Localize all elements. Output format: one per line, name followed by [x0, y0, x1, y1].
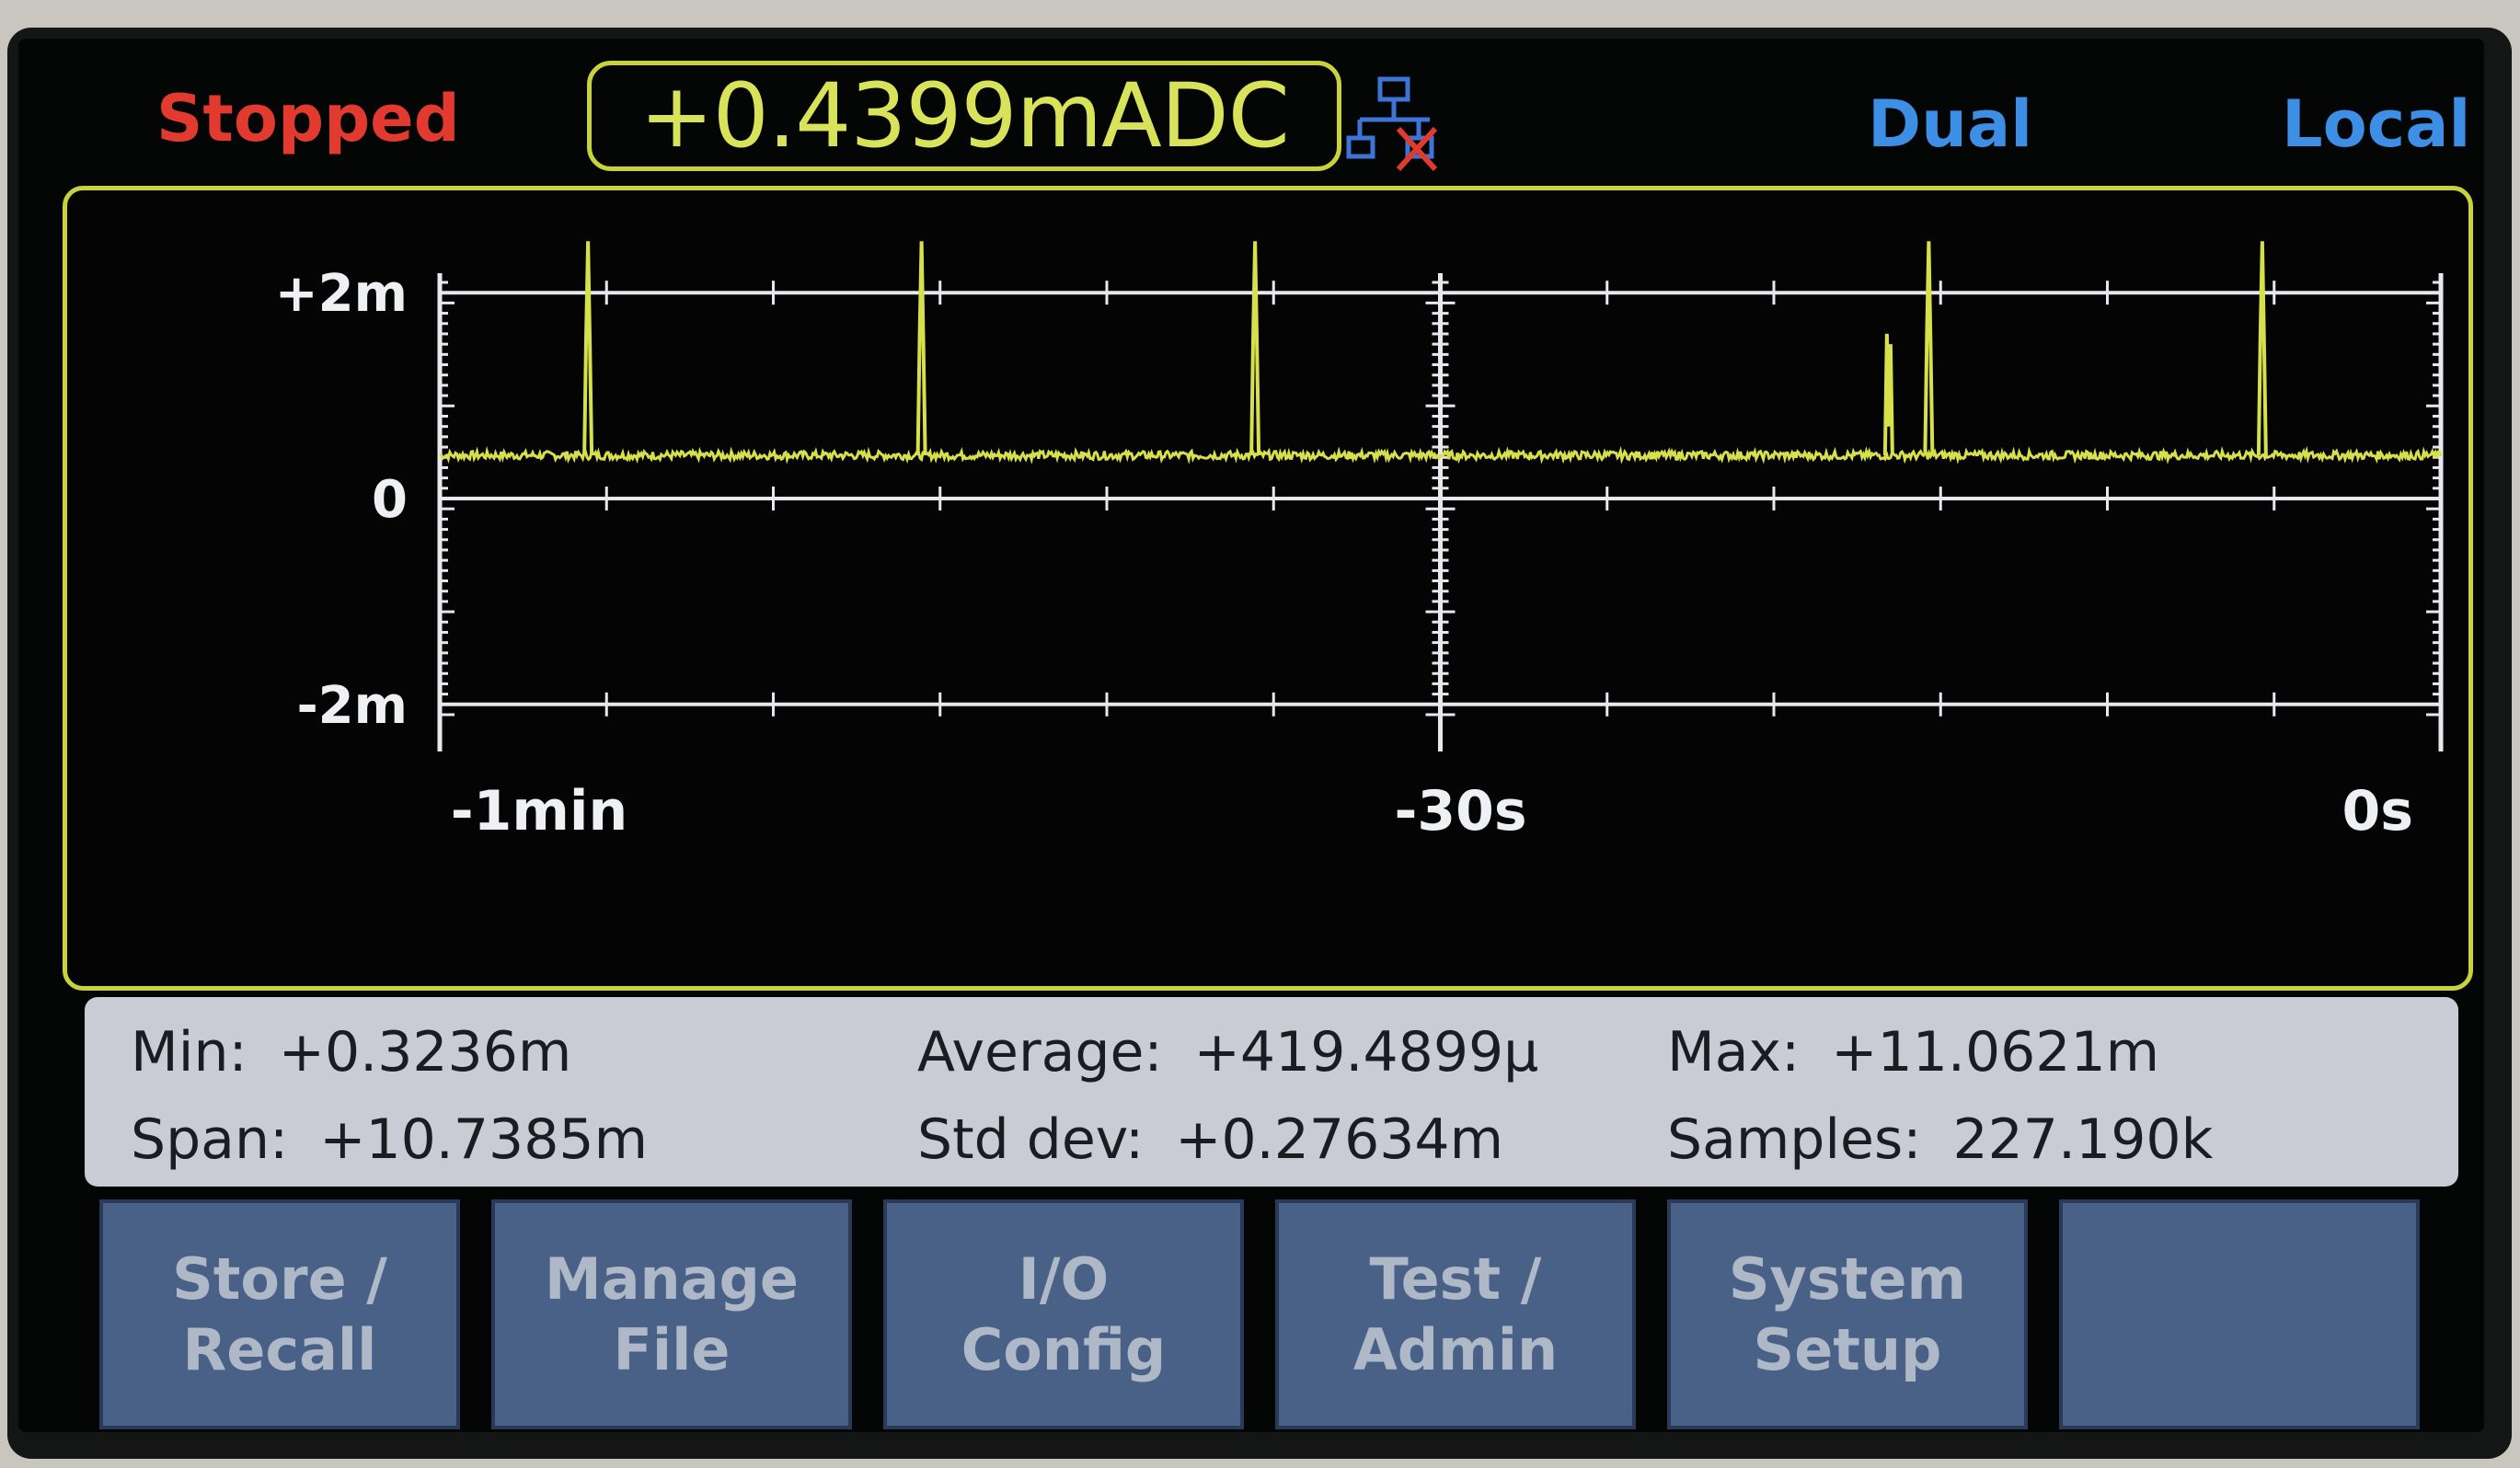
blank-softkey[interactable] [2059, 1199, 2420, 1429]
stat-std-dev-label: Std dev: [917, 1107, 1145, 1172]
y-tick-label-2: -2m [296, 676, 408, 736]
system-setup-softkey[interactable]: System Setup [1667, 1199, 2028, 1429]
run-state-indicator: Stopped [156, 81, 460, 156]
trace-spike-3 [1882, 333, 1894, 456]
stat-max: Max: +11.0621m [1667, 1025, 2159, 1080]
primary-reading-box: +0.4399mADC [587, 61, 1341, 171]
stat-average-value: +419.4899μ [1193, 1020, 1539, 1084]
stat-samples-value: 227.190k [1952, 1107, 2214, 1172]
trace-spike-0 [582, 241, 594, 456]
stat-std-dev: Std dev: +0.27634m [917, 1112, 1503, 1167]
manage-file-softkey-label: Manage File [545, 1244, 799, 1384]
primary-reading: +0.4399mADC [639, 64, 1289, 167]
x-tick-label-1: -30s [1394, 779, 1526, 843]
io-config-softkey[interactable]: I/O Config [883, 1199, 1244, 1429]
lan-disconnected-icon [1346, 76, 1438, 172]
test-admin-softkey-label: Test / Admin [1352, 1244, 1559, 1384]
channel-mode-indicator: Dual [1868, 86, 2033, 162]
instrument-screen: Stopped +0.4399mADC Dual Local +2m 0 -2m -1… [18, 39, 2484, 1432]
test-admin-softkey[interactable]: Test / Admin [1275, 1199, 1636, 1429]
stat-max-label: Max: [1667, 1020, 1801, 1084]
stat-average-label: Average: [917, 1020, 1163, 1084]
stat-min-label: Min: [131, 1020, 247, 1084]
statistics-panel: Min: +0.3236m Span: +10.7385m Average: +419… [85, 997, 2458, 1187]
y-tick-label-1: 0 [372, 470, 408, 530]
y-tick-label-0: +2m [275, 264, 408, 324]
stat-max-value: +11.0621m [1831, 1020, 2160, 1084]
stat-std-dev-value: +0.27634m [1175, 1107, 1504, 1172]
trace-spike-4 [1923, 241, 1935, 456]
stat-min-value: +0.3236m [278, 1020, 572, 1084]
x-tick-label-0: -1min [451, 779, 627, 843]
trend-chart: +2m 0 -2m -1min -30s 0s [275, 241, 2444, 843]
io-config-softkey-label: I/O Config [961, 1244, 1167, 1384]
remote-local-indicator: Local [2282, 86, 2471, 162]
store-recall-softkey[interactable]: Store / Recall [99, 1199, 460, 1429]
stat-samples-label: Samples: [1667, 1107, 1922, 1172]
softkey-bar: Store / Recall Manage File I/O Config Te… [99, 1199, 2462, 1429]
store-recall-softkey-label: Store / Recall [172, 1244, 387, 1384]
stat-average: Average: +419.4899μ [917, 1025, 1538, 1080]
x-tick-label-2: 0s [2342, 779, 2413, 843]
manage-file-softkey[interactable]: Manage File [491, 1199, 852, 1429]
stat-span-label: Span: [131, 1107, 289, 1172]
stat-samples: Samples: 227.190k [1667, 1112, 2213, 1167]
system-setup-softkey-label: System Setup [1728, 1244, 1967, 1384]
stat-span: Span: +10.7385m [131, 1112, 648, 1167]
trace-spike-5 [2256, 241, 2268, 456]
trend-chart-panel: +2m 0 -2m -1min -30s 0s [63, 186, 2473, 991]
trace-spike-1 [915, 241, 927, 456]
trace-spike-2 [1249, 241, 1261, 456]
stat-span-value: +10.7385m [319, 1107, 649, 1172]
stat-min: Min: +0.3236m [131, 1025, 571, 1080]
